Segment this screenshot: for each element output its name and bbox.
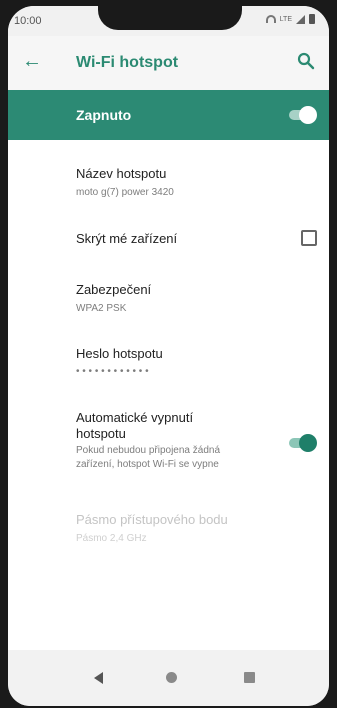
- lte-label: LTE: [279, 15, 292, 23]
- setting-hotspot-password[interactable]: Heslo hotspotu • • • • • • • • • • • •: [8, 336, 329, 386]
- setting-security[interactable]: Zabezpečení WPA2 PSK: [8, 272, 329, 322]
- auto-turn-off-toggle[interactable]: [287, 434, 317, 452]
- setting-title: Název hotspotu: [76, 166, 167, 181]
- status-icons: LTE: [265, 14, 315, 24]
- setting-title: Zabezpečení: [76, 282, 152, 297]
- setting-auto-turn-off[interactable]: Automatické vypnutí hotspotu Pokud nebud…: [8, 402, 329, 482]
- battery-icon: [309, 14, 315, 24]
- nav-recents-icon[interactable]: [244, 672, 255, 683]
- page-title: Wi-Fi hotspot: [76, 54, 179, 71]
- nav-back-icon[interactable]: [94, 672, 103, 684]
- setting-hide-device[interactable]: Skrýt mé zařízení: [8, 216, 329, 262]
- phone-screen: 10:00 LTE ← Wi-Fi hotspot Zapnuto Název …: [8, 6, 329, 706]
- arrow-back-icon[interactable]: ←: [22, 50, 42, 73]
- setting-title-line1: Automatické vypnutí: [76, 410, 194, 425]
- setting-title: Heslo hotspotu: [76, 346, 163, 361]
- setting-title-line2: hotspotu: [76, 426, 126, 441]
- app-bar: ← Wi-Fi hotspot: [8, 36, 329, 90]
- wifi-hotspot-icon: [265, 15, 276, 23]
- status-bar: 10:00 LTE: [8, 6, 329, 36]
- master-switch-label: Zapnuto: [76, 107, 132, 123]
- setting-title: Pásmo přístupového bodu: [76, 512, 228, 527]
- setting-hotspot-name[interactable]: Název hotspotu moto g(7) power 3420: [8, 156, 329, 206]
- hotspot-master-switch-row[interactable]: Zapnuto: [8, 90, 329, 140]
- setting-ap-band: Pásmo přístupového bodu Pásmo 2,4 GHz: [8, 502, 329, 552]
- navigation-bar: [8, 650, 329, 706]
- password-mask: • • • • • • • • • • • •: [76, 366, 149, 377]
- toggle-thumb: [299, 106, 317, 124]
- status-time: 10:00: [14, 15, 42, 27]
- camera-notch: [98, 6, 242, 30]
- hide-device-checkbox[interactable]: [301, 230, 317, 246]
- setting-subtitle-line1: Pokud nebudou připojena žádná: [76, 445, 221, 456]
- nav-home-icon[interactable]: [166, 672, 177, 683]
- setting-subtitle: Pásmo 2,4 GHz: [76, 533, 147, 544]
- setting-subtitle: moto g(7) power 3420: [76, 187, 174, 198]
- setting-subtitle-line2: zařízení, hotspot Wi-Fi se vypne: [76, 459, 219, 470]
- signal-icon: [296, 14, 305, 24]
- search-icon[interactable]: [297, 52, 315, 70]
- master-toggle[interactable]: [287, 106, 317, 124]
- setting-subtitle: WPA2 PSK: [76, 303, 127, 314]
- toggle-thumb: [299, 434, 317, 452]
- setting-title: Skrýt mé zařízení: [76, 231, 178, 246]
